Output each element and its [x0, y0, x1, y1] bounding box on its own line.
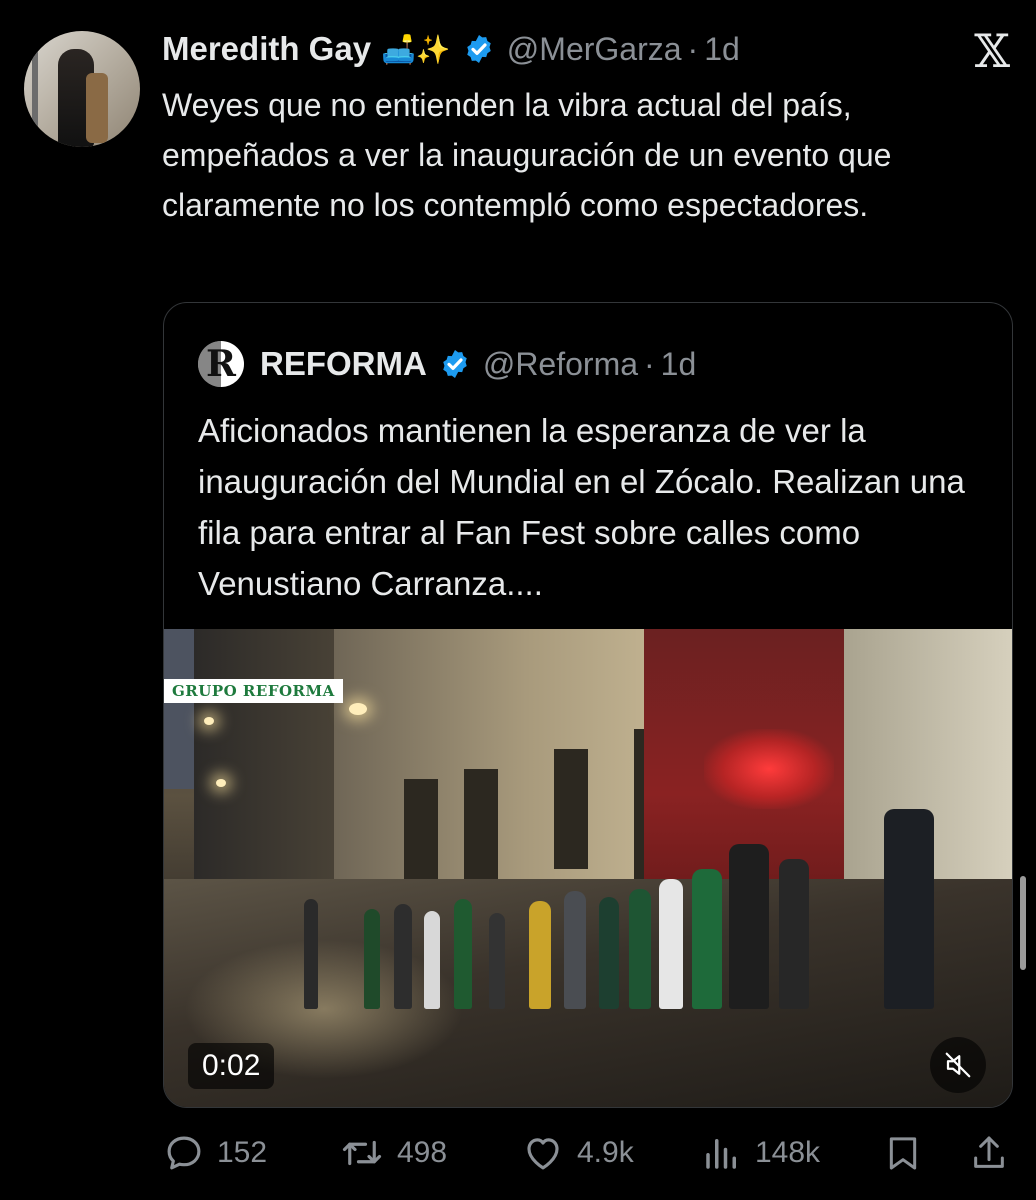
- share-button[interactable]: [969, 1128, 1009, 1178]
- mute-icon[interactable]: [930, 1037, 986, 1093]
- tweet-age[interactable]: 1d: [704, 31, 740, 68]
- author-avatar[interactable]: [24, 31, 140, 147]
- x-logo-icon[interactable]: 𝕏: [974, 28, 1010, 74]
- share-icon: [974, 1136, 1004, 1168]
- reply-icon: [167, 1136, 201, 1170]
- verified-badge-icon[interactable]: [463, 33, 495, 65]
- tweet-text: Weyes que no entienden la vibra actual d…: [162, 87, 892, 223]
- scrollbar[interactable]: [1020, 876, 1026, 970]
- like-icon: [527, 1138, 559, 1170]
- reply-button[interactable]: 152: [163, 1128, 267, 1178]
- action-bar: 152 498 4.9k 148k: [163, 1128, 1013, 1178]
- quoted-author-name[interactable]: REFORMA: [260, 345, 427, 383]
- video-player[interactable]: GRUPO REFORMA 0:02: [164, 629, 1012, 1107]
- like-button[interactable]: 4.9k: [521, 1128, 634, 1178]
- repost-button[interactable]: 498: [339, 1128, 447, 1178]
- quoted-text: Aficionados mantienen la esperanza de ve…: [198, 412, 965, 602]
- author-emoji: 🛋️✨: [381, 33, 451, 65]
- tweet-header: Meredith Gay 🛋️✨ @MerGarza · 1d: [162, 26, 740, 72]
- verified-badge-icon[interactable]: [439, 348, 471, 380]
- views-icon: [706, 1139, 736, 1169]
- repost-count: 498: [397, 1136, 448, 1169]
- author-handle[interactable]: @MerGarza: [507, 31, 682, 68]
- like-count: 4.9k: [577, 1136, 634, 1169]
- grupo-reforma-watermark: GRUPO REFORMA: [164, 679, 343, 703]
- quoted-separator: ·: [644, 345, 655, 382]
- bookmark-icon: [889, 1137, 917, 1170]
- video-duration: 0:02: [188, 1043, 275, 1089]
- repost-icon: [342, 1140, 382, 1166]
- views-count: 148k: [755, 1136, 821, 1169]
- quoted-age[interactable]: 1d: [661, 346, 697, 383]
- quoted-author-handle[interactable]: @Reforma: [483, 346, 638, 383]
- views-button[interactable]: 148k: [701, 1128, 820, 1178]
- quoted-header: R REFORMA @Reforma · 1d: [198, 339, 696, 389]
- author-name[interactable]: Meredith Gay: [162, 30, 371, 68]
- bookmark-button[interactable]: [883, 1128, 923, 1178]
- quoted-tweet[interactable]: R REFORMA @Reforma · 1d Aficionados mant…: [163, 302, 1013, 1108]
- reforma-logo[interactable]: R: [198, 341, 244, 387]
- header-separator: ·: [687, 30, 699, 67]
- reply-count: 152: [217, 1136, 268, 1169]
